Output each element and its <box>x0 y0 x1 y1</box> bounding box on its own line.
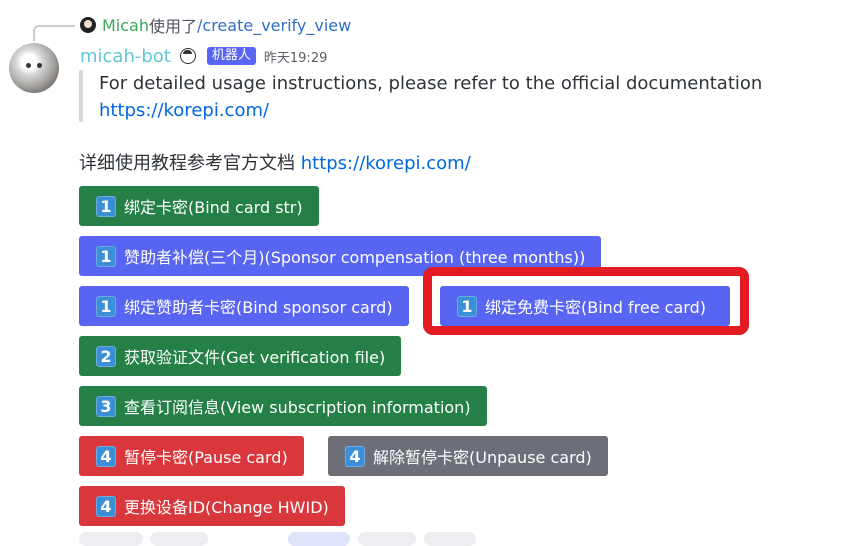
keycap-1-icon: 1 <box>96 295 116 317</box>
button-label: 暂停卡密(Pause card) <box>124 448 288 467</box>
view-subscription-button[interactable]: 3 查看订阅信息(View subscription information) <box>79 386 487 426</box>
keycap-4-icon: 4 <box>96 495 116 517</box>
button-label: 获取验证文件(Get verification file) <box>124 348 386 367</box>
keycap-1-icon: 1 <box>96 195 116 217</box>
button-label: 绑定卡密(Bind card str) <box>124 198 303 217</box>
unpause-card-button[interactable]: 4 解除暂停卡密(Unpause card) <box>328 436 608 476</box>
pause-card-button[interactable]: 4 暂停卡密(Pause card) <box>79 436 304 476</box>
reply-username[interactable]: Micah <box>102 16 149 35</box>
keycap-4-icon: 4 <box>96 445 116 467</box>
bind-card-button[interactable]: 1 绑定卡密(Bind card str) <box>79 186 319 226</box>
change-hwid-button[interactable]: 4 更换设备ID(Change HWID) <box>79 486 345 526</box>
embed-accent-bar <box>79 70 83 122</box>
bot-badge: 机器人 <box>206 47 256 65</box>
get-verification-file-button[interactable]: 2 获取验证文件(Get verification file) <box>79 336 402 376</box>
bind-free-card-button[interactable]: 1 绑定免费卡密(Bind free card) <box>440 286 730 326</box>
embed-description-text: For detailed usage instructions, please … <box>99 73 763 94</box>
reaction-chip[interactable] <box>358 532 416 546</box>
message-header: micah-bot 机器人 昨天19:29 <box>80 44 327 68</box>
button-label: 绑定免费卡密(Bind free card) <box>485 298 706 317</box>
button-label: 查看订阅信息(View subscription information) <box>124 398 471 417</box>
author-avatar[interactable] <box>9 43 59 93</box>
reply-action-text: 使用了 <box>149 17 198 36</box>
message-content: 详细使用教程参考官方文档 https://korepi.com/ <box>79 152 471 176</box>
button-label: 赞助者补偿(三个月)(Sponsor compensation (three m… <box>124 248 586 267</box>
keycap-2-icon: 2 <box>96 345 116 367</box>
reply-user-avatar <box>80 17 96 33</box>
embed-link[interactable]: https://korepi.com/ <box>99 100 269 121</box>
button-label: 解除暂停卡密(Unpause card) <box>373 448 592 467</box>
button-label: 更换设备ID(Change HWID) <box>124 498 329 517</box>
reply-reference[interactable]: Micah 使用了 /create_verify_view <box>80 14 351 36</box>
bind-sponsor-card-button[interactable]: 1 绑定赞助者卡密(Bind sponsor card) <box>79 286 409 326</box>
reaction-chip[interactable] <box>79 532 143 546</box>
message-timestamp[interactable]: 昨天19:29 <box>264 47 327 66</box>
reaction-chip[interactable] <box>424 532 476 546</box>
author-username[interactable]: micah-bot <box>80 46 171 67</box>
message-link[interactable]: https://korepi.com/ <box>301 153 471 174</box>
button-label: 绑定赞助者卡密(Bind sponsor card) <box>124 298 393 317</box>
keycap-4-icon: 4 <box>345 445 365 467</box>
message-text: 详细使用教程参考官方文档 <box>79 153 301 174</box>
bot-emoji-icon <box>179 48 196 64</box>
reaction-chip[interactable] <box>288 532 350 546</box>
sponsor-compensation-button[interactable]: 1 赞助者补偿(三个月)(Sponsor compensation (three… <box>79 236 602 276</box>
reply-connector <box>33 25 75 41</box>
embed-description: For detailed usage instructions, please … <box>99 70 762 124</box>
keycap-1-icon: 1 <box>96 245 116 267</box>
keycap-3-icon: 3 <box>96 395 116 417</box>
reaction-chip[interactable] <box>150 532 208 546</box>
reply-command[interactable]: /create_verify_view <box>197 16 351 35</box>
keycap-1-icon: 1 <box>457 295 477 317</box>
